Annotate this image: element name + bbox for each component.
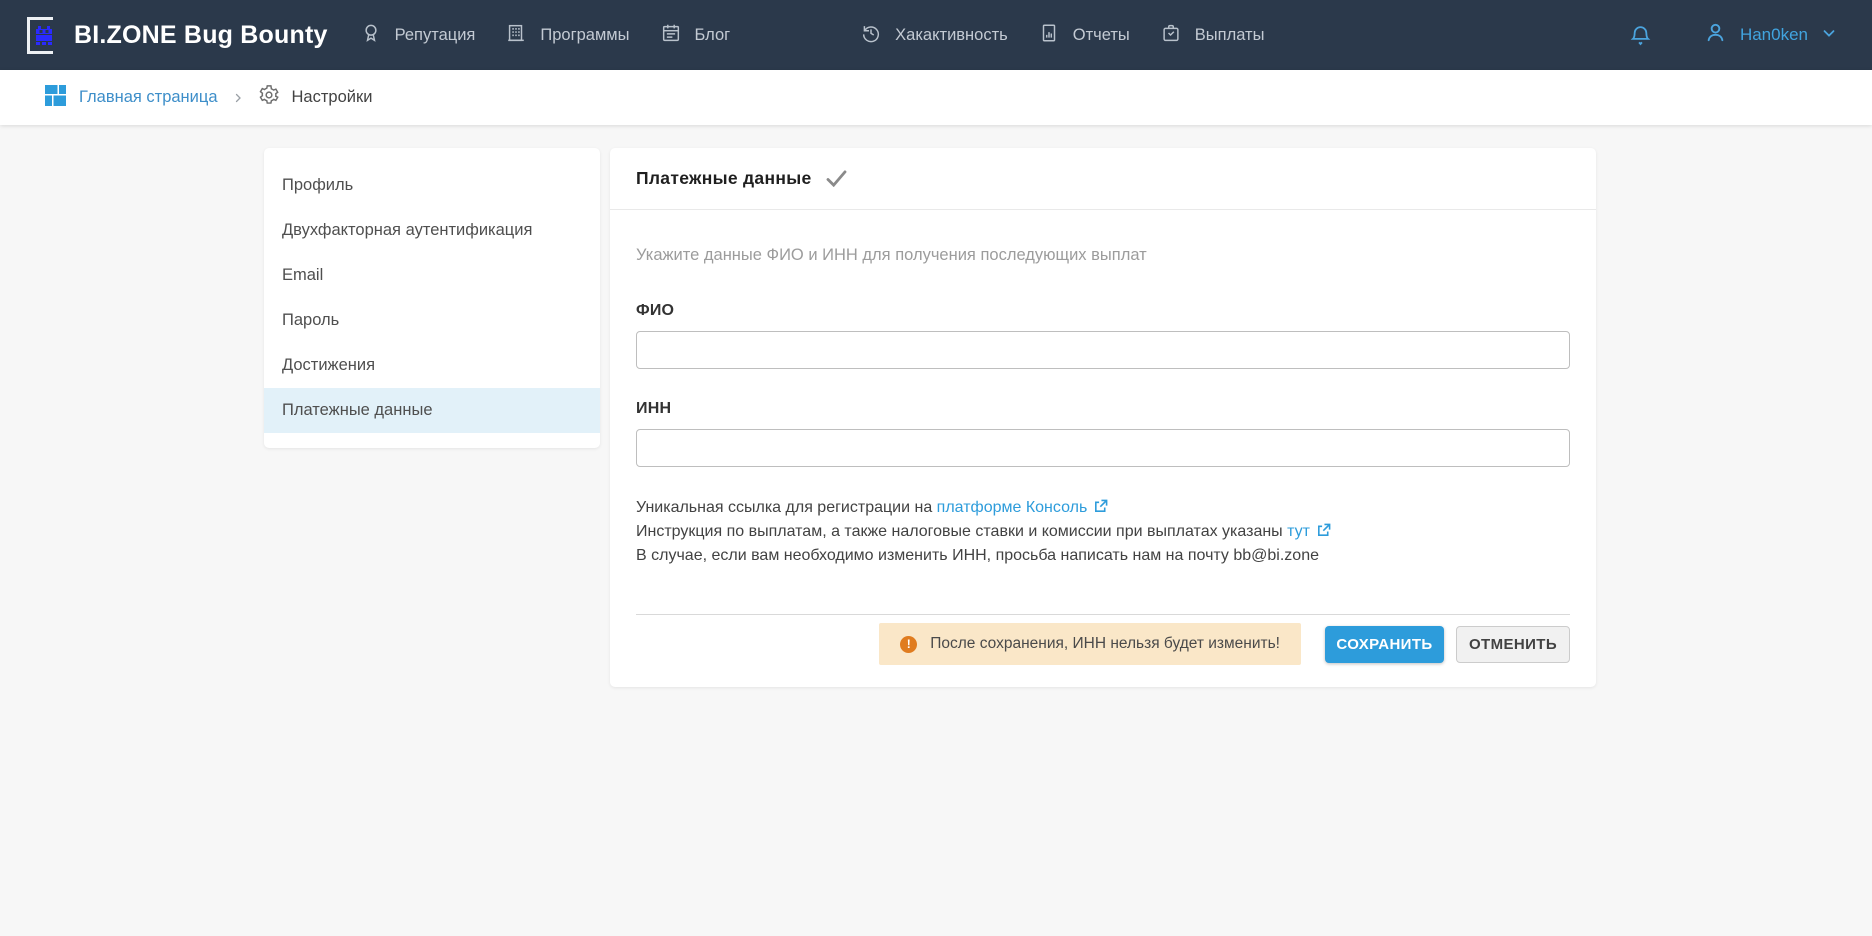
- sidebar-item-achievements[interactable]: Достижения: [264, 343, 600, 388]
- breadcrumb-chevron-icon: [232, 92, 244, 104]
- bizone-bug-icon: [27, 17, 61, 54]
- nav-label: Блог: [695, 26, 731, 45]
- nav-label: Хакактивность: [895, 26, 1008, 45]
- sidebar-item-profile[interactable]: Профиль: [264, 163, 600, 208]
- report-icon: [1038, 22, 1060, 49]
- panel-title: Платежные данные: [636, 168, 811, 189]
- topnav-right: Han0ken: [1628, 20, 1838, 50]
- nav-label: Программы: [540, 26, 629, 45]
- panel-description: Укажите данные ФИО и ИНН для получения п…: [636, 246, 1570, 265]
- nav-label: Выплаты: [1195, 26, 1265, 45]
- fio-label: ФИО: [636, 302, 1570, 320]
- info-line-2-text: Инструкция по выплатам, а также налоговы…: [636, 523, 1287, 540]
- save-button[interactable]: СОХРАНИТЬ: [1325, 626, 1444, 663]
- breadcrumb-current: Настройки: [258, 84, 373, 111]
- notifications-bell-icon[interactable]: [1628, 23, 1653, 48]
- panel-header: Платежные данные: [610, 148, 1596, 210]
- warning-icon: !: [900, 636, 917, 653]
- sidebar-item-payment-data[interactable]: Платежные данные: [264, 388, 600, 433]
- info-line-1-text: Уникальная ссылка для регистрации на: [636, 499, 937, 516]
- fio-input[interactable]: [636, 331, 1570, 369]
- briefcase-icon: [1160, 22, 1182, 49]
- bizone-logo[interactable]: BI.ZONE Bug Bounty: [27, 17, 328, 54]
- top-navbar: BI.ZONE Bug Bounty Репутация: [0, 0, 1872, 70]
- user-menu[interactable]: Han0ken: [1703, 20, 1838, 50]
- nav-label: Репутация: [395, 26, 476, 45]
- building-icon: [505, 22, 527, 49]
- logo-title: BI.ZONE Bug Bounty: [74, 21, 328, 50]
- breadcrumb-home-label: Главная страница: [79, 88, 218, 107]
- cancel-button[interactable]: ОТМЕНИТЬ: [1456, 626, 1570, 663]
- info-line-3-text: В случае, если вам необходимо изменить И…: [636, 547, 1319, 564]
- settings-sidebar: Профиль Двухфакторная аутентификация Ema…: [264, 148, 600, 448]
- external-link-icon[interactable]: [1316, 523, 1331, 545]
- breadcrumb-current-label: Настройки: [292, 88, 373, 107]
- medal-icon: [360, 22, 382, 49]
- nav-item-programs[interactable]: Программы: [505, 22, 629, 49]
- sidebar-item-2fa[interactable]: Двухфакторная аутентификация: [264, 208, 600, 253]
- payment-data-panel: Платежные данные Укажите данные ФИО и ИН…: [610, 148, 1596, 687]
- nav-label: Отчеты: [1073, 26, 1130, 45]
- history-icon: [860, 22, 882, 49]
- nav-item-payouts[interactable]: Выплаты: [1160, 22, 1265, 49]
- main-nav: Репутация Программы: [360, 22, 1265, 49]
- username: Han0ken: [1740, 25, 1808, 45]
- sidebar-item-email[interactable]: Email: [264, 253, 600, 298]
- external-link-icon[interactable]: [1093, 499, 1108, 521]
- nav-item-reports[interactable]: Отчеты: [1038, 22, 1130, 49]
- breadcrumb-home-link[interactable]: Главная страница: [45, 85, 218, 111]
- dashboard-tiles-icon: [45, 85, 66, 111]
- footer-actions: ! После сохранения, ИНН нельзя будет изм…: [636, 623, 1570, 687]
- info-block: Уникальная ссылка для регистрации на пла…: [636, 497, 1570, 567]
- nav-item-reputation[interactable]: Репутация: [360, 22, 476, 49]
- nav-item-blog[interactable]: Блог: [660, 22, 731, 49]
- sidebar-item-password[interactable]: Пароль: [264, 298, 600, 343]
- inn-input[interactable]: [636, 429, 1570, 467]
- nav-item-hackactivity[interactable]: Хакактивность: [860, 22, 1008, 49]
- warning-text: После сохранения, ИНН нельзя будет измен…: [930, 635, 1280, 653]
- breadcrumb: Главная страница Настройки: [0, 70, 1872, 125]
- calendar-icon: [660, 22, 682, 49]
- chevron-down-icon: [1820, 24, 1838, 47]
- footer-divider: [636, 614, 1570, 615]
- content-area: Профиль Двухфакторная аутентификация Ema…: [0, 125, 1872, 687]
- payout-instructions-link[interactable]: тут: [1287, 523, 1310, 540]
- inn-warning-banner: ! После сохранения, ИНН нельзя будет изм…: [879, 623, 1301, 665]
- check-icon: [826, 170, 847, 187]
- gear-icon: [258, 84, 280, 111]
- user-icon: [1703, 20, 1728, 50]
- inn-label: ИНН: [636, 400, 1570, 418]
- console-platform-link[interactable]: платформе Консоль: [937, 499, 1088, 516]
